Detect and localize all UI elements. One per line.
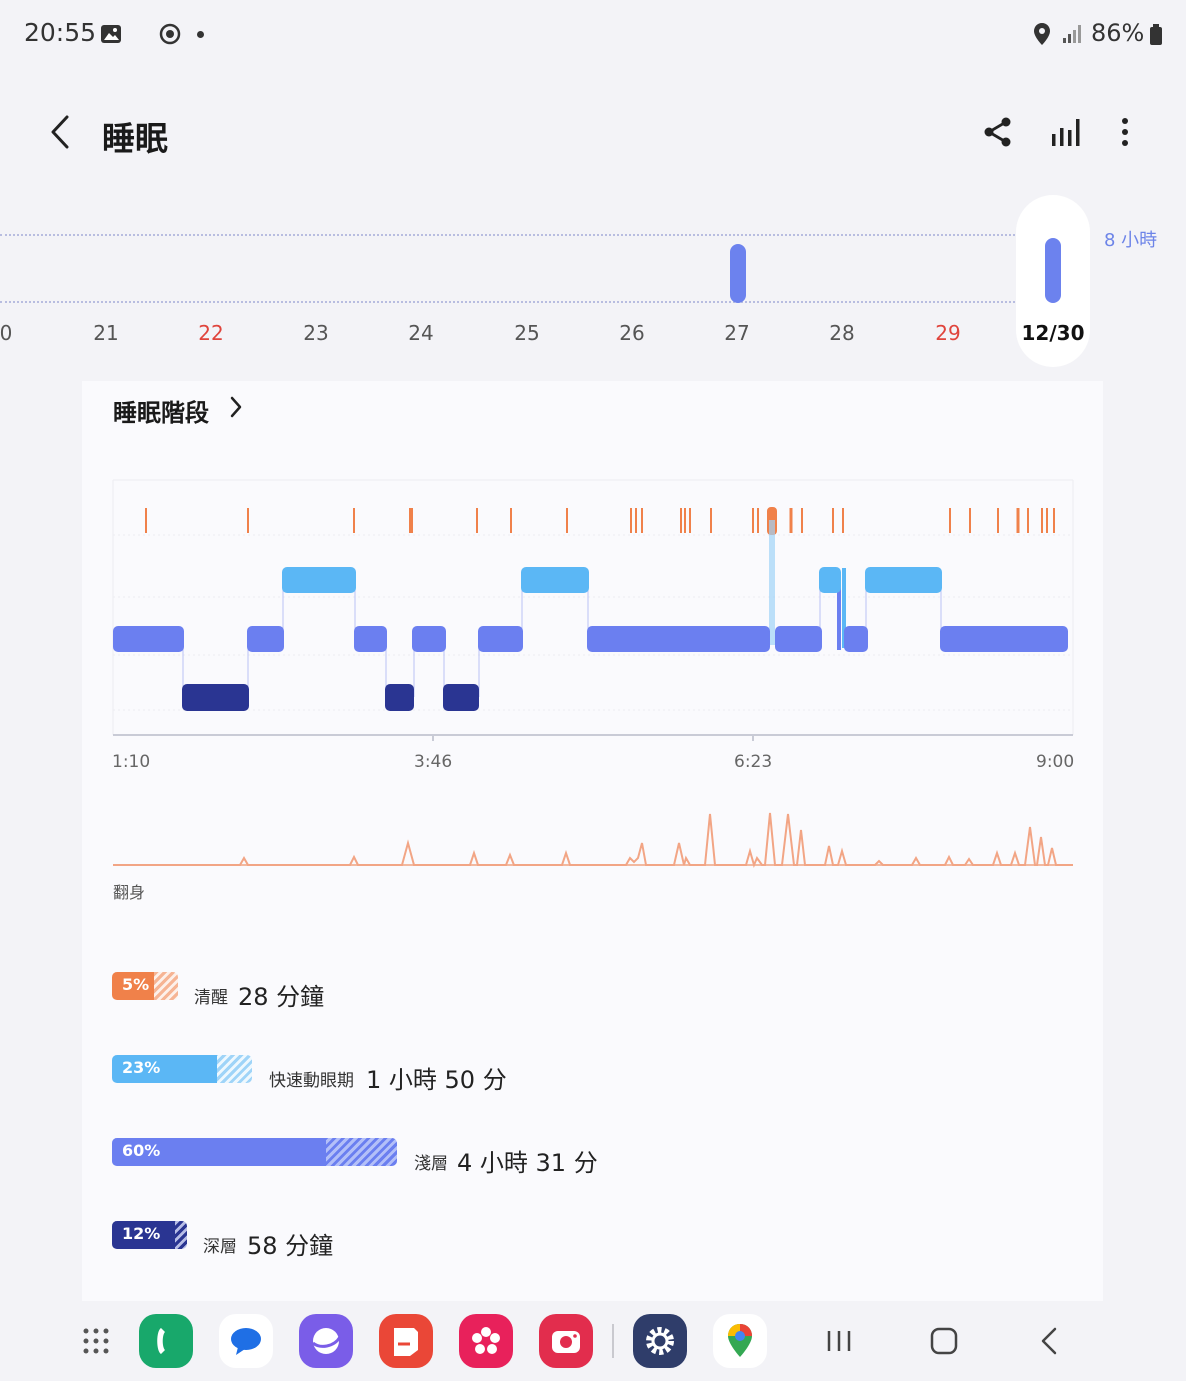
gallery-icon[interactable] [459,1314,513,1368]
rem-name: 快速動眼期 [269,1071,354,1091]
toss-turn-label: 翻身 [113,883,146,902]
maps-icon[interactable] [713,1314,767,1368]
apps-grid-icon[interactable] [69,1314,123,1368]
rem-bar: 23% [112,1055,252,1083]
time-axis-label: 3:46 [414,752,453,772]
awake-percent: 5% [122,975,150,994]
recents-icon[interactable] [814,1318,864,1364]
time-axis-label: 6:23 [734,752,773,772]
awake-value: 28 分鐘 [238,983,325,1011]
deep-value: 58 分鐘 [247,1232,334,1260]
camera-icon[interactable] [539,1314,593,1368]
notes-icon[interactable] [379,1314,433,1368]
internet-icon[interactable] [299,1314,353,1368]
awake-name: 清醒 [194,988,228,1008]
time-axis-label: 9:00 [1036,752,1075,772]
light-percent: 60% [122,1141,161,1160]
light-value: 4 小時 31 分 [457,1149,598,1177]
back-nav-icon[interactable] [1024,1318,1074,1364]
deep-percent: 12% [122,1224,161,1243]
rem-percent: 23% [122,1058,161,1077]
messages-icon[interactable] [219,1314,273,1368]
rem-value: 1 小時 50 分 [366,1066,507,1094]
deep-bar: 12% [112,1221,187,1249]
light-name: 淺層 [414,1154,448,1174]
home-icon[interactable] [919,1318,969,1364]
awake-bar: 5% [112,972,178,1000]
dock-divider [612,1324,614,1358]
sleep-stage-chart [112,479,1074,868]
light-bar: 60% [112,1138,397,1166]
settings-icon[interactable] [633,1314,687,1368]
time-axis-label: 1:10 [112,752,151,772]
deep-name: 深層 [203,1237,237,1257]
phone-icon[interactable] [139,1314,193,1368]
